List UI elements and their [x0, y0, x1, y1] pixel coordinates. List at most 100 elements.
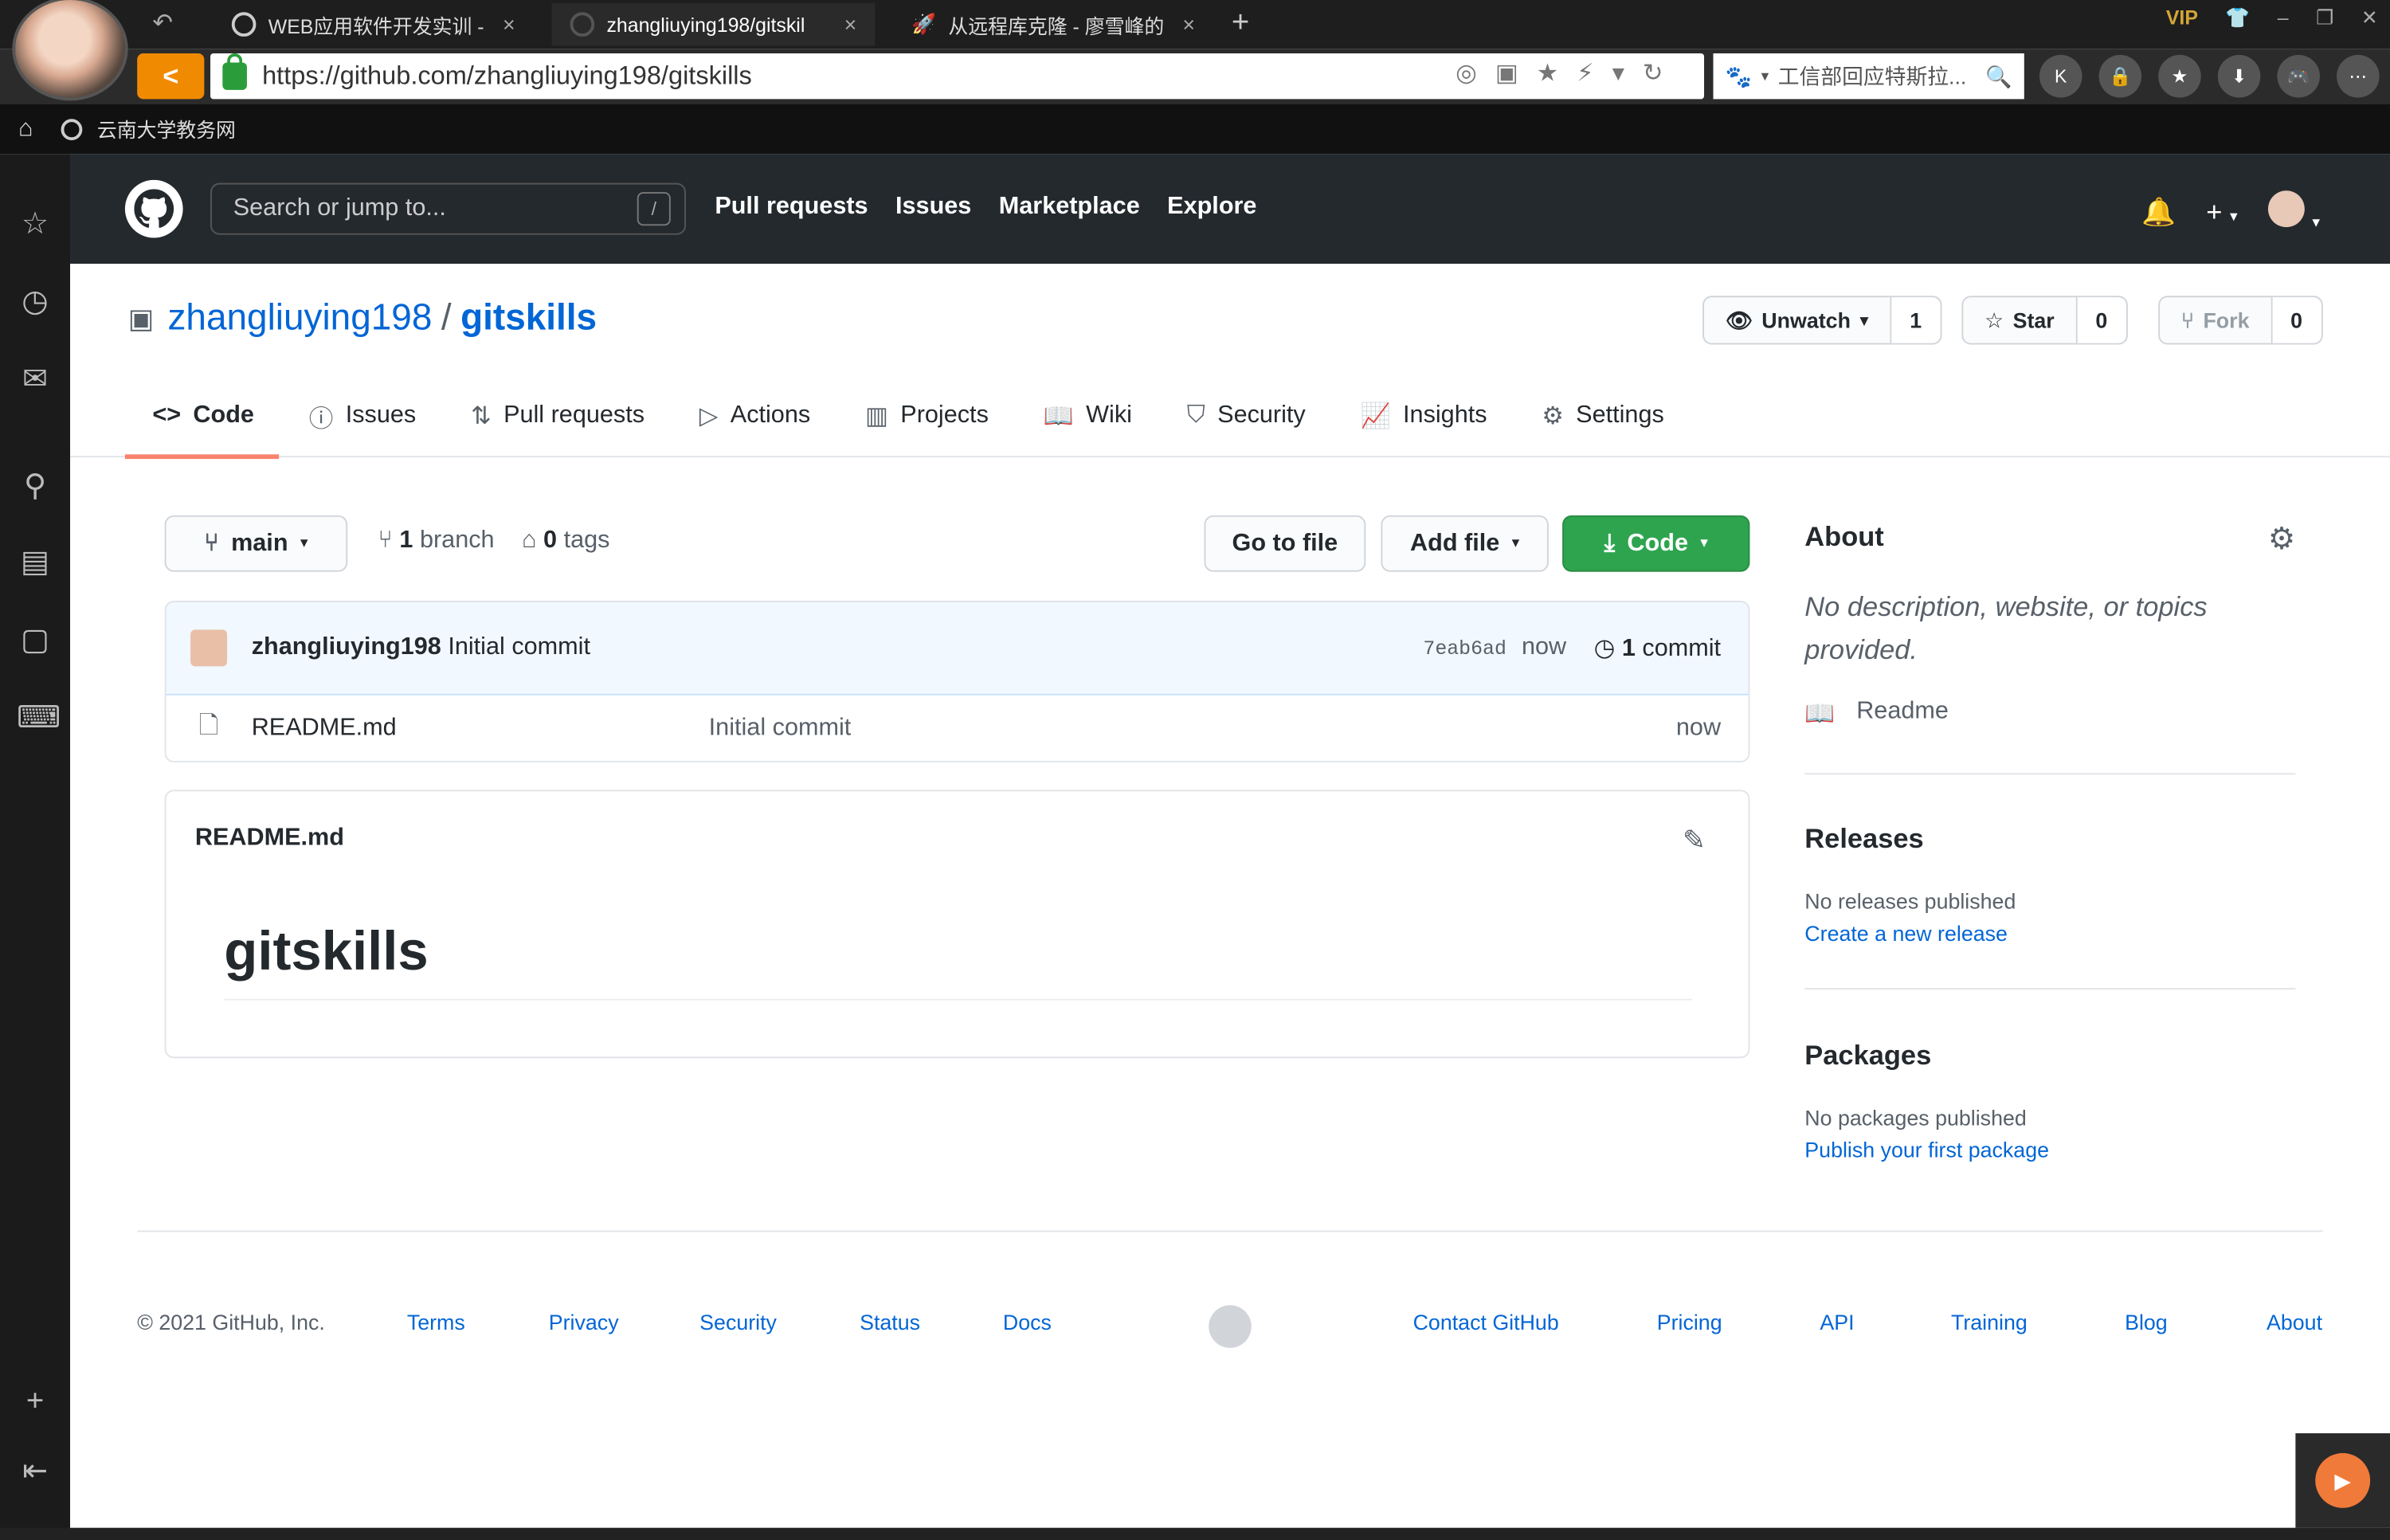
footer-link-blog[interactable]: Blog	[2125, 1310, 2168, 1334]
watchers-count[interactable]: 1	[1891, 297, 1941, 343]
go-to-file-button[interactable]: Go to file	[1204, 515, 1366, 572]
bag-icon[interactable]: ▢	[17, 622, 53, 659]
history-clock-icon[interactable]: ◷	[17, 284, 53, 320]
gamepad-icon[interactable]: ⌨	[17, 699, 61, 736]
tab-code[interactable]: <> Code	[152, 394, 254, 439]
footer-link-status[interactable]: Status	[860, 1310, 920, 1334]
add-icon[interactable]: +	[17, 1383, 53, 1420]
commit-author[interactable]: zhangliuying198	[252, 634, 441, 661]
briefcase-icon[interactable]: ✉	[17, 362, 53, 398]
compat-mode-icon[interactable]: ◎	[1456, 58, 1477, 88]
forks-count[interactable]: 0	[2272, 297, 2321, 343]
star-button[interactable]: ☆ Star	[1963, 297, 2078, 343]
user-menu[interactable]: ▾	[2267, 190, 2320, 235]
tab-pull-requests[interactable]: ⇅ Pull requests	[471, 394, 645, 439]
tab-insights[interactable]: 📈 Insights	[1361, 394, 1487, 439]
tab-issues[interactable]: ⓘ Issues	[309, 394, 416, 439]
back-button[interactable]: <	[137, 53, 205, 100]
tab-settings[interactable]: ⚙ Settings	[1542, 394, 1663, 439]
shirt-icon[interactable]: 👕	[2225, 6, 2250, 31]
packages-heading[interactable]: Packages	[1804, 1040, 1931, 1072]
search-icon[interactable]: ⚲	[17, 468, 53, 505]
tab-projects[interactable]: ▥ Projects	[865, 394, 989, 439]
star-icon[interactable]: ☆	[17, 206, 53, 242]
code-download-button[interactable]: ⤓ Code ▾	[1562, 515, 1750, 572]
nav-issues[interactable]: Issues	[895, 194, 971, 221]
github-logo-icon[interactable]	[1209, 1305, 1252, 1348]
tab-close-icon[interactable]: ×	[503, 12, 515, 37]
vip-badge[interactable]: VIP	[2166, 6, 2198, 31]
fork-button[interactable]: ⑂ Fork	[2160, 297, 2273, 343]
browser-search-box[interactable]: 🐾 ▾ 工信部回应特斯拉... 🔍	[1713, 53, 2024, 100]
home-icon[interactable]: ⌂	[18, 115, 33, 142]
favorite-star-icon[interactable]: ★	[1537, 58, 1558, 88]
tags-link[interactable]: ⌂ 0 tags	[522, 527, 609, 554]
file-name-link[interactable]: README.md	[252, 715, 709, 743]
tab-close-icon[interactable]: ×	[1182, 12, 1195, 37]
add-file-button[interactable]: Add file ▾	[1381, 515, 1549, 572]
footer-link-about[interactable]: About	[2267, 1310, 2322, 1334]
footer-link-api[interactable]: API	[1820, 1310, 1854, 1334]
news-icon[interactable]: ▤	[17, 544, 53, 581]
commit-history-link[interactable]: ◷ 1 commit	[1594, 633, 1721, 663]
footer-link-privacy[interactable]: Privacy	[549, 1310, 619, 1334]
close-window-icon[interactable]: ✕	[2361, 6, 2378, 31]
minimize-icon[interactable]: –	[2278, 6, 2289, 31]
footer-link-security[interactable]: Security	[699, 1310, 777, 1334]
publish-package-link[interactable]: Publish your first package	[1804, 1138, 2049, 1162]
browser-tab-web-course[interactable]: WEB应用软件开发实训 - ×	[214, 3, 534, 46]
flash-icon[interactable]: ⚡	[1577, 58, 1593, 88]
browser-profile-avatar[interactable]	[12, 0, 128, 101]
avatar[interactable]	[190, 629, 228, 667]
image-icon[interactable]: ▣	[1495, 58, 1518, 88]
repo-owner-link[interactable]: zhangliuying198	[167, 297, 432, 340]
footer-link-docs[interactable]: Docs	[1003, 1310, 1052, 1334]
footer-link-pricing[interactable]: Pricing	[1657, 1310, 1722, 1334]
stargazers-count[interactable]: 0	[2077, 297, 2126, 343]
nav-marketplace[interactable]: Marketplace	[999, 194, 1140, 221]
file-commit-message[interactable]: Initial commit	[709, 715, 852, 743]
footer-link-terms[interactable]: Terms	[407, 1310, 465, 1334]
chevron-down-icon[interactable]: ▾	[1761, 68, 1769, 84]
browser-tab-github[interactable]: zhangliuying198/gitskil ×	[551, 2, 876, 46]
download-icon[interactable]: ⬇	[2217, 54, 2261, 98]
tab-wiki[interactable]: 📖 Wiki	[1044, 394, 1132, 439]
back-history-icon[interactable]: ↶	[152, 8, 173, 38]
gamepad-icon[interactable]: 🎮	[2277, 54, 2320, 98]
paw-search-engine-icon[interactable]: 🐾	[1726, 63, 1752, 89]
releases-heading[interactable]: Releases	[1804, 823, 1923, 855]
floating-assistant-widget[interactable]: ▶	[2295, 1433, 2390, 1528]
more-icon[interactable]: ⋯	[2337, 54, 2380, 98]
browser-tab-liaoxuefeng[interactable]: 🚀 从远程库克隆 - 廖雪峰的 ×	[893, 3, 1213, 46]
collapse-sidebar-icon[interactable]: ⇤	[17, 1453, 53, 1490]
pencil-icon[interactable]: ✎	[1683, 825, 1706, 856]
chevron-down-icon[interactable]: ▾	[1612, 58, 1624, 88]
tab-security[interactable]: ⛉ Security	[1187, 394, 1306, 439]
gear-icon[interactable]: ⚙	[2268, 520, 2295, 558]
search-icon[interactable]: 🔍	[1985, 63, 2012, 89]
refresh-icon[interactable]: ↻	[1643, 58, 1663, 88]
branches-link[interactable]: ⑂ 1 branch	[378, 527, 494, 554]
branch-select-button[interactable]: ⑂ main ▾	[164, 515, 348, 572]
github-logo-icon[interactable]	[124, 179, 183, 238]
github-search-input[interactable]: Search or jump to...	[210, 182, 686, 235]
restore-icon[interactable]: ❐	[2316, 6, 2333, 31]
create-release-link[interactable]: Create a new release	[1804, 921, 2008, 946]
nav-pull-requests[interactable]: Pull requests	[715, 194, 868, 221]
new-tab-button[interactable]: +	[1232, 6, 1249, 41]
footer-link-contact[interactable]: Contact GitHub	[1413, 1310, 1559, 1334]
commit-sha[interactable]: 7eab6ad	[1423, 637, 1506, 660]
bookmark-item[interactable]: 云南大学教务网	[97, 115, 236, 143]
create-new-menu[interactable]: + ▾	[2206, 197, 2237, 229]
readme-link[interactable]: 📖 Readme	[1804, 699, 1949, 729]
commit-message[interactable]: Initial commit	[448, 634, 590, 661]
lock-extension-icon[interactable]: 🔒	[2098, 54, 2142, 98]
repo-name-link[interactable]: gitskills	[460, 297, 597, 340]
tab-actions[interactable]: ▷ Actions	[699, 394, 810, 439]
tab-close-icon[interactable]: ×	[844, 12, 857, 37]
footer-link-training[interactable]: Training	[1951, 1310, 2028, 1334]
star-extension-icon[interactable]: ★	[2158, 54, 2201, 98]
nav-explore[interactable]: Explore	[1167, 194, 1256, 221]
k-extension-icon[interactable]: K	[2039, 54, 2082, 98]
bell-icon[interactable]: 🔔	[2141, 197, 2176, 229]
